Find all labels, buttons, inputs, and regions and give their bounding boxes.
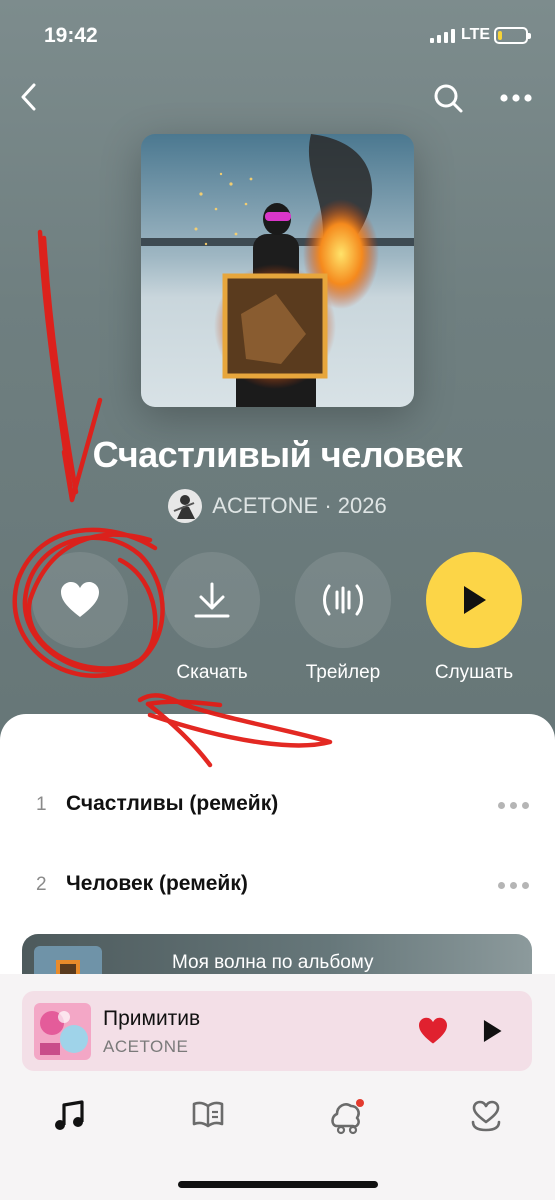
track-more-button[interactable] [498, 802, 534, 812]
track-row[interactable]: 2 Человек (ремейк) [0, 856, 555, 916]
battery-icon [494, 27, 531, 44]
bottom-panel: Примитив ACETONE [0, 974, 555, 1200]
chevron-left-icon [21, 83, 36, 111]
track-more-button[interactable] [498, 882, 534, 892]
track-number: 1 [36, 794, 47, 815]
trailer-label[interactable]: Трейлер [283, 662, 403, 684]
mini-player[interactable]: Примитив ACETONE [22, 991, 532, 1071]
heart-icon [61, 582, 99, 617]
tab-music[interactable] [47, 1094, 91, 1138]
download-label[interactable]: Скачать [152, 662, 272, 684]
kids-icon [331, 1099, 364, 1135]
mini-player-title: Примитив [103, 1007, 201, 1030]
heart-filled-icon [419, 1017, 447, 1044]
signal-icon [430, 29, 456, 43]
download-icon [194, 582, 230, 618]
tab-bar [0, 1088, 555, 1148]
play-icon [483, 1020, 502, 1042]
download-button[interactable] [164, 552, 260, 648]
mini-player-like-button[interactable] [415, 1013, 451, 1049]
more-horizontal-icon [500, 94, 532, 102]
like-button[interactable] [32, 552, 128, 648]
artist-line[interactable]: ACETONE · 2026 [0, 488, 555, 524]
album-cover [141, 134, 414, 407]
tab-kids[interactable] [325, 1094, 369, 1138]
trailer-wave-icon [323, 584, 363, 616]
track-row[interactable]: 1 Счастливы (ремейк) [0, 776, 555, 836]
track-number: 2 [36, 874, 47, 895]
tab-collection[interactable] [464, 1094, 508, 1138]
heart-collection-icon [471, 1100, 501, 1132]
library-book-icon [192, 1101, 224, 1128]
network-type: LTE [461, 26, 491, 43]
trailer-button[interactable] [295, 552, 391, 648]
search-button[interactable] [430, 80, 466, 116]
status-bar: 19:42 LTE [0, 0, 555, 70]
status-time: 19:42 [44, 24, 98, 47]
artist-year[interactable]: ACETONE · 2026 [212, 493, 386, 519]
back-button[interactable] [12, 80, 46, 114]
listen-button[interactable] [426, 552, 522, 648]
search-icon [434, 84, 463, 113]
music-note-icon [55, 1100, 84, 1130]
wave-label[interactable]: Моя волна по альбому [172, 952, 374, 974]
mini-player-artist: ACETONE [103, 1037, 189, 1056]
tab-library[interactable] [186, 1094, 230, 1138]
album-title: Счастливый человек [92, 434, 463, 475]
mini-player-cover [34, 1003, 91, 1060]
track-title[interactable]: Человек (ремейк) [66, 872, 248, 896]
listen-label[interactable]: Слушать [414, 662, 534, 684]
artist-avatar[interactable] [168, 489, 203, 523]
track-title[interactable]: Счастливы (ремейк) [66, 792, 278, 816]
more-button[interactable] [496, 82, 536, 114]
home-indicator [178, 1181, 378, 1188]
play-icon [464, 586, 486, 614]
mini-player-play-button[interactable] [474, 1013, 510, 1049]
